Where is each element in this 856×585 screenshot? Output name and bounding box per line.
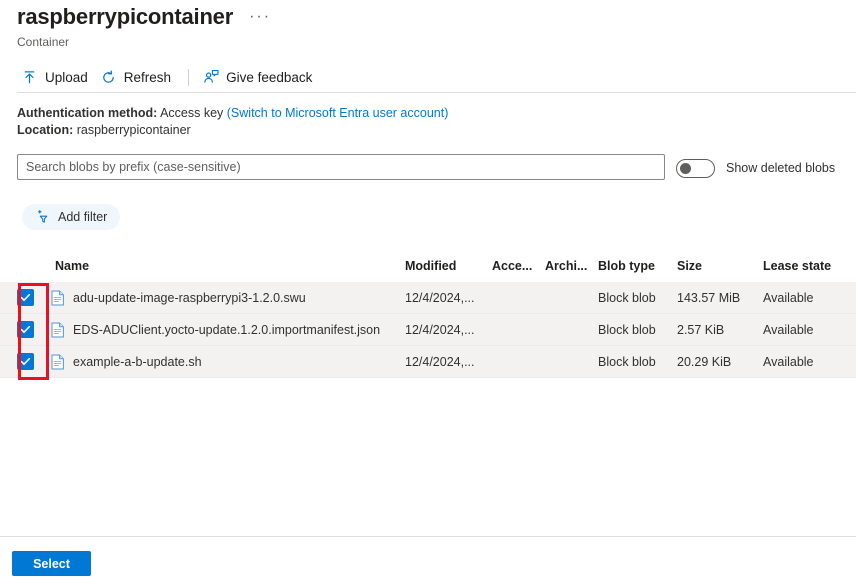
row-checkbox-checked[interactable] [16, 321, 34, 338]
upload-button[interactable]: Upload [17, 66, 96, 89]
toggle-knob [680, 163, 691, 174]
table-row[interactable]: example-a-b-update.sh 12/4/2024,... Block … [0, 346, 856, 378]
row-checkbox-checked[interactable] [16, 353, 34, 370]
table-row[interactable]: adu-update-image-raspberrypi3-1.2.0.swu 1… [0, 282, 856, 314]
toolbar-divider [188, 68, 190, 86]
file-icon [50, 353, 65, 370]
column-header-blob-type[interactable]: Blob type [598, 259, 677, 273]
search-input[interactable] [17, 154, 665, 180]
add-filter-label: Add filter [58, 210, 108, 224]
row-checkbox-cell[interactable] [0, 353, 50, 370]
header: raspberrypicontainer ··· [17, 4, 275, 30]
column-header-name[interactable]: Name [50, 259, 405, 273]
location-label: Location: [17, 123, 74, 137]
add-filter-icon [35, 209, 52, 226]
column-header-modified[interactable]: Modified [405, 259, 492, 273]
command-bar: Upload Refresh Give feedback [17, 62, 320, 92]
cell-size: 20.29 KiB [677, 354, 732, 369]
page-subtitle: Container [17, 35, 70, 49]
row-checkbox-cell[interactable] [0, 321, 50, 338]
footer-divider [0, 536, 856, 537]
authentication-method-value: Access key [160, 106, 224, 120]
container-info: Authentication method: Access key (Switc… [17, 105, 448, 139]
authentication-method-row: Authentication method: Access key (Switc… [17, 105, 448, 122]
cell-lease-state: Available [763, 322, 814, 337]
feedback-person-icon [202, 69, 219, 86]
file-icon [50, 321, 65, 338]
cell-modified: 12/4/2024,... [405, 290, 475, 305]
cell-name: example-a-b-update.sh [50, 353, 405, 370]
cell-modified: 12/4/2024,... [405, 354, 475, 369]
table-body: adu-update-image-raspberrypi3-1.2.0.swu 1… [0, 282, 856, 378]
cell-size: 2.57 KiB [677, 322, 725, 337]
cell-blob-type: Block blob [598, 322, 656, 337]
refresh-button-label: Refresh [123, 69, 172, 85]
cell-blob-type: Block blob [598, 354, 656, 369]
add-filter-button[interactable]: Add filter [22, 204, 121, 230]
upload-button-label: Upload [45, 69, 88, 85]
column-header-lease-state[interactable]: Lease state [763, 259, 856, 273]
table-row[interactable]: EDS-ADUClient.yocto-update.1.2.0.importm… [0, 314, 856, 346]
row-checkbox-checked[interactable] [16, 289, 34, 306]
blob-name: EDS-ADUClient.yocto-update.1.2.0.importm… [73, 322, 381, 337]
command-bar-divider [17, 92, 856, 93]
row-checkbox-cell[interactable] [0, 289, 50, 306]
refresh-icon [100, 69, 117, 86]
show-deleted-blobs-label: Show deleted blobs [726, 161, 836, 175]
column-header-access-tier[interactable]: Acce... [492, 259, 545, 273]
cell-size: 143.57 MiB [677, 290, 741, 305]
column-header-size[interactable]: Size [677, 259, 763, 273]
location-row: Location: raspberrypicontainer [17, 122, 448, 139]
cell-name: adu-update-image-raspberrypi3-1.2.0.swu [50, 289, 405, 306]
give-feedback-button-label: Give feedback [226, 69, 313, 85]
give-feedback-button[interactable]: Give feedback [198, 66, 320, 89]
blob-table: Name Modified Acce... Archi... Blob type… [0, 250, 856, 378]
cell-lease-state: Available [763, 354, 814, 369]
cell-name: EDS-ADUClient.yocto-update.1.2.0.importm… [50, 321, 405, 338]
authentication-method-label: Authentication method: [17, 106, 158, 120]
select-button[interactable]: Select [12, 551, 91, 576]
blob-name: adu-update-image-raspberrypi3-1.2.0.swu [73, 290, 306, 305]
upload-icon [21, 69, 38, 86]
cell-lease-state: Available [763, 290, 814, 305]
blob-container-browser: raspberrypicontainer ··· Container Uploa… [0, 0, 856, 585]
page-title: raspberrypicontainer [17, 4, 234, 29]
blob-name: example-a-b-update.sh [73, 354, 202, 369]
more-options-icon[interactable]: ··· [245, 9, 275, 25]
cell-modified: 12/4/2024,... [405, 322, 475, 337]
table-header-row: Name Modified Acce... Archi... Blob type… [0, 250, 856, 282]
refresh-button[interactable]: Refresh [96, 66, 179, 89]
column-header-archive[interactable]: Archi... [545, 259, 598, 273]
file-icon [50, 289, 65, 306]
show-deleted-blobs-toggle[interactable] [676, 159, 715, 178]
cell-blob-type: Block blob [598, 290, 656, 305]
location-value: raspberrypicontainer [76, 123, 191, 137]
switch-auth-link[interactable]: (Switch to Microsoft Entra user account) [227, 106, 449, 120]
